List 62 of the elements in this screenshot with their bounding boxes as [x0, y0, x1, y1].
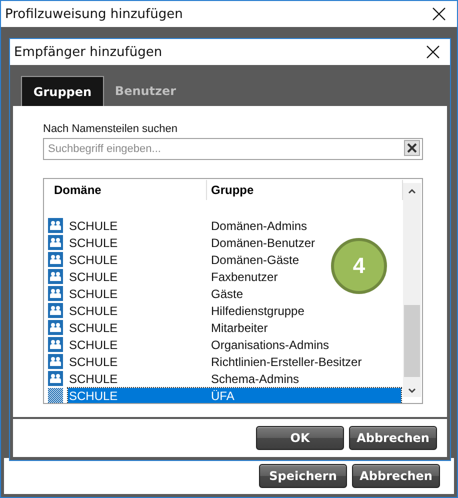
- table-cell-text: SCHULE: [68, 320, 119, 334]
- group-icon: [48, 218, 63, 233]
- scrollbar[interactable]: [403, 183, 421, 397]
- table-cell: Richtlinien-Ersteller-Besitzer: [211, 354, 362, 368]
- group-icon: [48, 320, 63, 335]
- close-icon[interactable]: [432, 7, 446, 21]
- table-row[interactable]: SCHULE Domänen-Admins: [68, 218, 308, 234]
- window-button[interactable]: Speichern: [259, 464, 347, 488]
- table-cell-text: SCHULE: [68, 218, 119, 232]
- table-row[interactable]: SCHULE Domänen-Benutzer: [68, 234, 316, 250]
- table-row[interactable]: SCHULE Faxbenutzer: [68, 268, 278, 284]
- table-cell: Schema-Admins: [211, 372, 300, 386]
- table-cell-text: SCHULE: [68, 236, 119, 250]
- search-field[interactable]: Suchbegriff eingeben...: [43, 138, 423, 160]
- group-icon: [48, 388, 63, 403]
- column-header[interactable]: Domäne: [44, 180, 207, 200]
- group-icon: [48, 286, 63, 301]
- table-row[interactable]: SCHULE ÜFA: [68, 388, 401, 403]
- group-icon: [48, 371, 63, 386]
- dialog-button[interactable]: Abbrechen: [349, 426, 437, 450]
- table-cell-text: SCHULE: [68, 354, 119, 368]
- table-cell: Mitarbeiter: [211, 320, 268, 334]
- table-cell-text: SCHULE: [68, 304, 119, 318]
- window-title: Profilzuweisung hinzufügen: [5, 6, 183, 22]
- table-cell-text: SCHULE: [68, 338, 119, 352]
- table-row[interactable]: SCHULE Richtlinien-Ersteller-Besitzer: [68, 354, 362, 370]
- window-button[interactable]: Abbrechen: [352, 464, 440, 488]
- clear-button[interactable]: [404, 140, 420, 156]
- table-cell-text: SCHULE: [68, 388, 119, 402]
- tab[interactable]: Gruppen: [21, 76, 104, 106]
- table-cell-text: SCHULE: [68, 270, 119, 284]
- search-label: Nach Namensteilen suchen: [43, 123, 179, 135]
- table-cell-text: SCHULE: [68, 252, 119, 266]
- table-row[interactable]: SCHULE Schema-Admins: [68, 370, 300, 386]
- group-icon: [48, 235, 63, 250]
- table-cell: Organisations-Admins: [211, 338, 330, 352]
- group-icon: [48, 354, 63, 369]
- table-cell: Gäste: [211, 286, 244, 300]
- group-icon: [48, 303, 63, 318]
- tab[interactable]: Benutzer: [104, 76, 187, 106]
- close-icon[interactable]: [407, 143, 417, 153]
- table-row[interactable]: SCHULE Organisations-Admins: [68, 336, 330, 352]
- table-row[interactable]: SCHULE Gäste: [68, 286, 244, 302]
- dialog-button[interactable]: OK: [256, 426, 344, 450]
- table-cell: ÜFA: [211, 388, 234, 402]
- group-icon: [48, 337, 63, 352]
- close-icon[interactable]: [426, 45, 440, 59]
- scroll-down-icon[interactable]: [407, 387, 417, 395]
- table-cell: Hilfedienstgruppe: [211, 304, 304, 318]
- table-cell-text: SCHULE: [68, 286, 119, 300]
- table-row[interactable]: SCHULE Mitarbeiter: [68, 320, 268, 336]
- table-cell: Domänen-Admins: [211, 218, 308, 232]
- table-cell: Domänen-Benutzer: [211, 236, 316, 250]
- group-icon: [48, 252, 63, 267]
- table-row[interactable]: SCHULE Hilfedienstgruppe: [68, 302, 304, 318]
- scroll-up-icon[interactable]: [407, 187, 417, 195]
- table-cell-text: SCHULE: [68, 372, 119, 386]
- group-icon: [48, 269, 63, 284]
- table-cell: Faxbenutzer: [211, 270, 278, 284]
- table-cell: Domänen-Gäste: [211, 252, 300, 266]
- dialog-title: Empfänger hinzufügen: [14, 44, 162, 60]
- table-row[interactable]: SCHULE Domänen-Gäste: [68, 252, 300, 268]
